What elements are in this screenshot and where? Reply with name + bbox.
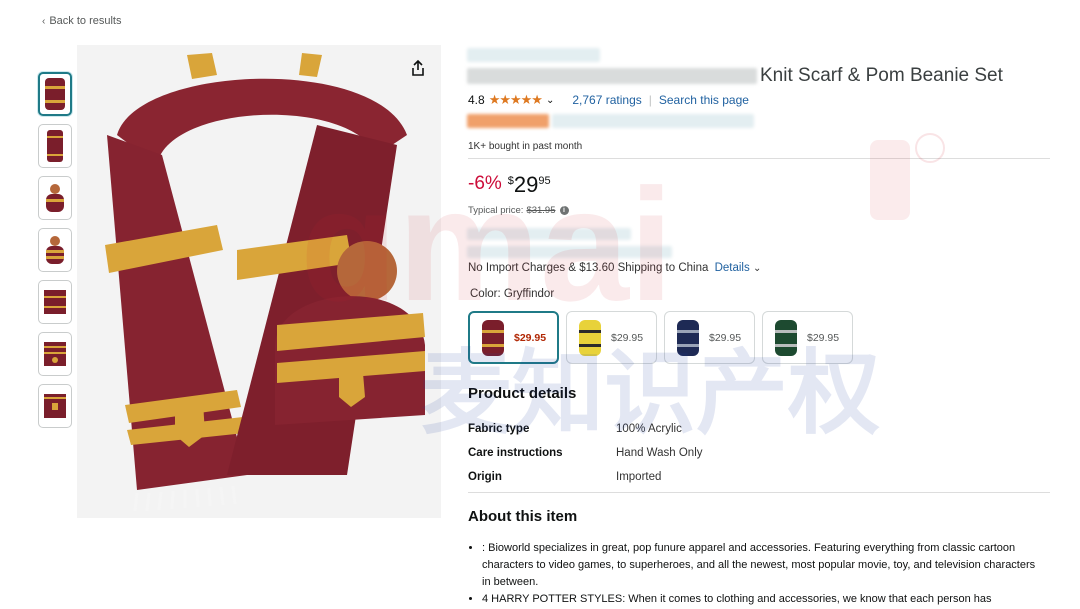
product-details-table: Fabric type 100% Acrylic Care instructio… <box>468 417 703 489</box>
ravenclaw-scarf-icon <box>677 319 699 356</box>
swatch-gryffindor[interactable]: $29.95 <box>468 311 559 364</box>
scarf-thumbnail-icon <box>45 78 65 110</box>
about-bullet: : Bioworld specializes in great, pop fun… <box>482 540 1038 591</box>
chevron-down-icon[interactable]: ⌄ <box>753 263 761 274</box>
rating-value: 4.8 <box>468 93 485 107</box>
beanie-thumbnail-icon <box>46 236 64 264</box>
redacted-title-prefix <box>467 68 757 84</box>
info-icon[interactable]: i <box>559 206 569 215</box>
ratings-count-link[interactable]: 2,767 ratings <box>572 93 641 107</box>
separator: | <box>648 93 652 107</box>
shipping-details-link[interactable]: Details <box>715 262 750 274</box>
hufflepuff-scarf-icon <box>579 319 601 356</box>
crest-thumbnail-icon <box>44 394 66 418</box>
detail-key: Origin <box>468 471 502 483</box>
back-label: Back to results <box>49 15 122 27</box>
price-fraction: 95 <box>538 175 551 187</box>
back-to-results-link[interactable]: ‹ Back to results <box>42 15 121 27</box>
search-this-page-link[interactable]: Search this page <box>659 93 749 107</box>
redacted-delivery-line <box>467 228 631 240</box>
swatch-price: $29.95 <box>807 331 840 344</box>
slytherin-scarf-icon <box>775 319 797 356</box>
thumbnail-4[interactable] <box>38 228 72 272</box>
detail-row: Origin Imported <box>468 465 703 489</box>
typical-price-label: Typical price: <box>468 205 524 216</box>
redacted-delivery-line <box>467 246 672 258</box>
swatch-slytherin[interactable]: $29.95 <box>762 311 853 364</box>
detail-value: 100% Acrylic <box>616 423 682 435</box>
thumbnail-6[interactable] <box>38 332 72 376</box>
about-bullets: : Bioworld specializes in great, pop fun… <box>468 540 1038 608</box>
detail-value: Imported <box>616 471 662 483</box>
scarf-detail-thumbnail-icon <box>44 290 66 314</box>
rating-row: 4.8 ★★★★★ ⌄ 2,767 ratings | Search this … <box>468 92 749 108</box>
thumbnail-1[interactable] <box>38 72 72 116</box>
gryffindor-scarf-icon <box>482 319 504 356</box>
detail-key: Care instructions <box>468 447 563 459</box>
price-block: -6% $ 29 95 <box>468 173 551 197</box>
about-heading: About this item <box>468 508 578 525</box>
scarf-beanie-image <box>77 45 441 518</box>
thumbnail-strip <box>38 72 74 436</box>
share-icon <box>412 59 424 76</box>
star-rating-icon[interactable]: ★★★★★ <box>489 92 543 108</box>
discount-percent: -6% <box>468 173 502 194</box>
redacted-badge <box>467 114 549 128</box>
color-label: Color: Gryffindor <box>470 288 555 300</box>
thumbnail-2[interactable] <box>38 124 72 168</box>
swatch-price: $29.95 <box>514 331 547 344</box>
chevron-left-icon: ‹ <box>42 16 46 27</box>
divider <box>468 492 1050 493</box>
swatch-hufflepuff[interactable]: $29.95 <box>566 311 657 364</box>
thumbnail-7[interactable] <box>38 384 72 428</box>
redacted-badge-text <box>552 114 754 128</box>
detail-row: Fabric type 100% Acrylic <box>468 417 703 441</box>
thumbnail-5[interactable] <box>38 280 72 324</box>
thumbnail-3[interactable] <box>38 176 72 220</box>
typical-price: Typical price: $31.95 i <box>468 205 569 216</box>
beanie-thumbnail-icon <box>46 184 64 212</box>
share-button[interactable] <box>406 56 430 80</box>
scarf-detail-thumbnail-icon <box>44 342 66 366</box>
shipping-info: No Import Charges & $13.60 Shipping to C… <box>468 262 761 274</box>
swatch-price: $29.95 <box>611 331 644 344</box>
about-bullet: 4 HARRY POTTER STYLES: When it comes to … <box>482 591 1038 608</box>
redacted-brand <box>467 48 600 62</box>
price-whole: 29 <box>513 172 539 197</box>
detail-value: Hand Wash Only <box>616 447 703 459</box>
swatch-ravenclaw[interactable]: $29.95 <box>664 311 755 364</box>
scarf-thumbnail-icon <box>47 130 63 162</box>
bought-in-past-month: 1K+ bought in past month <box>468 141 583 152</box>
shipping-text: No Import Charges & $13.60 Shipping to C… <box>468 262 709 274</box>
detail-key: Fabric type <box>468 423 530 435</box>
swatch-price: $29.95 <box>709 331 742 344</box>
color-swatches: $29.95 $29.95 $29.95 $29.95 <box>468 311 860 364</box>
product-details-heading: Product details <box>468 385 577 402</box>
main-product-image[interactable] <box>77 45 441 518</box>
chevron-down-icon[interactable]: ⌄ <box>546 95 554 106</box>
product-title: Knit Scarf & Pom Beanie Set <box>760 65 1003 86</box>
typical-price-value: $31.95 <box>526 205 556 216</box>
divider <box>468 158 1050 159</box>
detail-row: Care instructions Hand Wash Only <box>468 441 703 465</box>
